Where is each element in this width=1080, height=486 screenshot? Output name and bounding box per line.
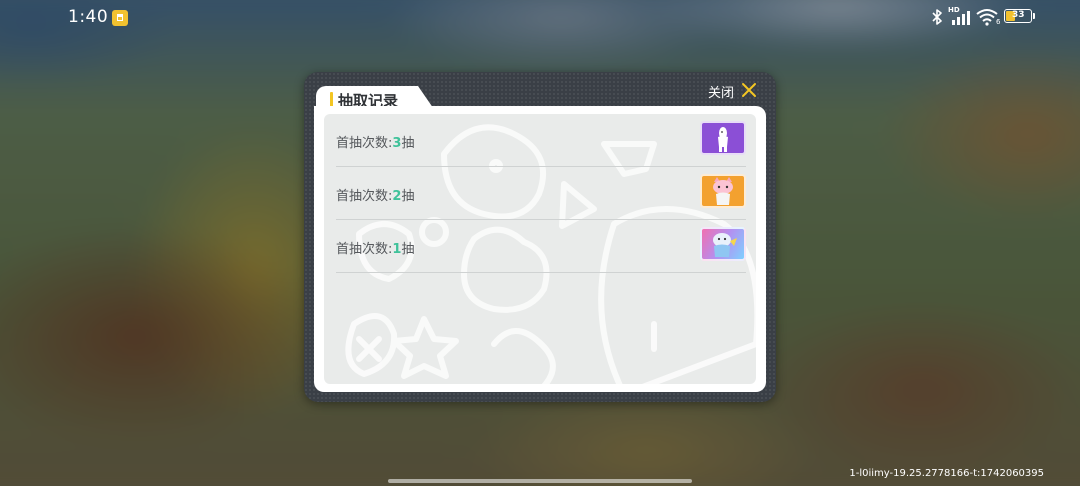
battery-level: 33 [1012,10,1025,20]
system-icons: HD 6 33 [932,6,1042,30]
status-bar: 1:40 HD 6 33 [0,0,1080,36]
record-text: 首抽次数:1抽 [336,238,414,257]
record-unit: 抽 [401,189,415,204]
record-row: 首抽次数:1抽 [336,220,746,273]
reward-thumbnail[interactable] [700,121,746,155]
reward-thumbnail[interactable] [700,174,746,208]
home-indicator[interactable] [388,479,692,483]
record-unit: 抽 [401,136,415,151]
white-figure-icon [718,127,728,152]
network-type-label: HD [948,6,960,14]
wifi-icon: 6 [976,8,1001,30]
draw-record-dialog: 抽取记录 关闭 首抽次数:3抽 首抽次数:2抽 首抽次数:1抽 [304,72,776,402]
record-text: 首抽次数:3抽 [336,132,414,151]
record-text: 首抽次数:2抽 [336,185,414,204]
bluetooth-icon [932,8,942,30]
record-row: 首抽次数:3抽 [336,114,746,167]
record-list-area[interactable]: 首抽次数:3抽 首抽次数:2抽 首抽次数:1抽 [324,114,756,384]
cellular-signal-icon: HD [948,6,970,30]
close-icon[interactable] [741,82,757,98]
record-label: 首抽次数: [336,136,393,151]
record-label: 首抽次数: [336,242,393,257]
close-button[interactable]: 关闭 [708,82,734,101]
reward-thumbnail[interactable] [700,227,746,261]
wifi-standard-label: 6 [996,18,1001,26]
notification-app-icon [112,10,128,26]
pink-cat-icon [713,177,733,205]
blue-bird-icon [713,233,737,257]
record-label: 首抽次数: [336,189,393,204]
title-accent-bar [330,92,333,107]
dialog-panel: 首抽次数:3抽 首抽次数:2抽 首抽次数:1抽 [314,106,766,392]
build-info: 1-l0iimy-19.25.2778166-t:1742060395 [849,468,1044,479]
record-row: 首抽次数:2抽 [336,167,746,220]
game-screen: 1:40 HD 6 33 抽取记录 关闭 首抽次数:3抽 首抽次数:2抽 首抽次… [0,0,1080,486]
record-unit: 抽 [401,242,415,257]
clock: 1:40 [68,7,109,27]
